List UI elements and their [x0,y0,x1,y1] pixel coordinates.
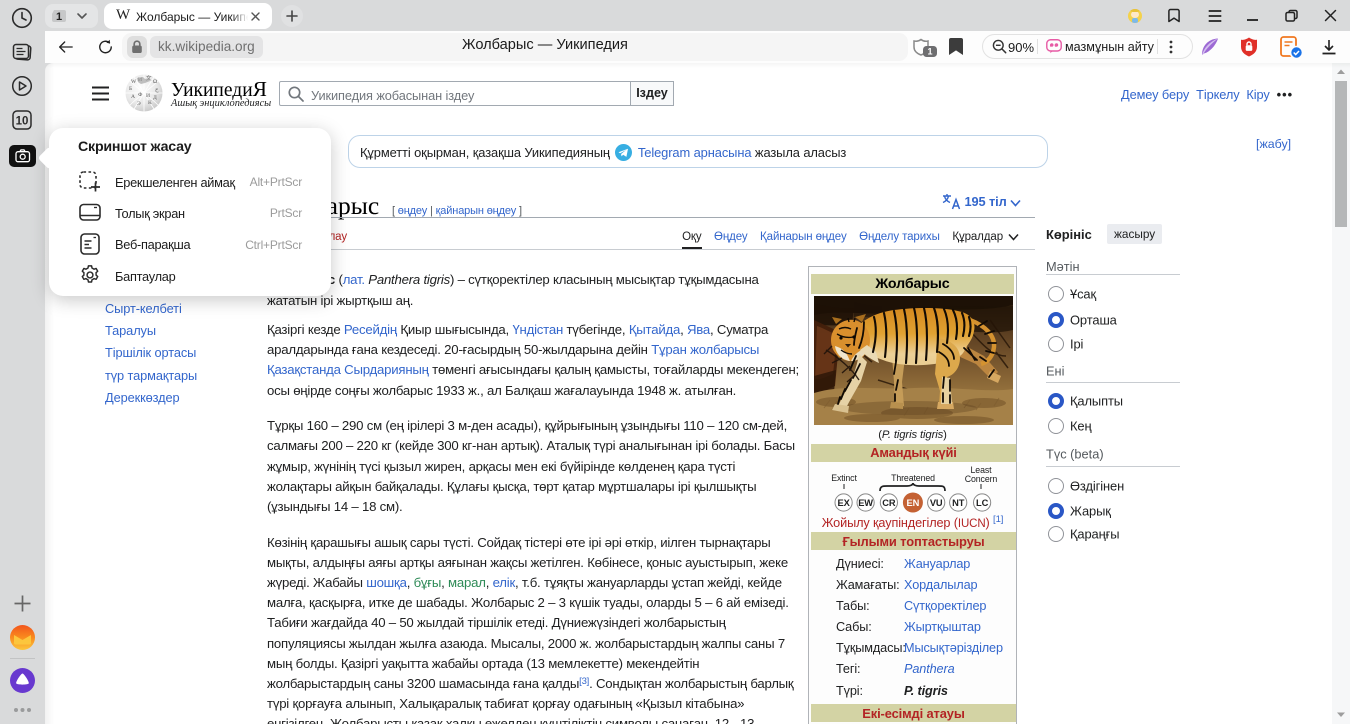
svg-text:К: К [148,100,152,106]
svg-text:EW: EW [858,498,873,508]
svg-text:LC: LC [976,498,989,508]
svg-text:VU: VU [930,498,943,508]
svg-text:Concern: Concern [965,474,998,484]
svg-text:ح: ح [155,87,159,93]
svg-text:1: 1 [927,47,932,57]
svg-text:W: W [131,79,137,85]
svg-text:EX: EX [838,498,851,508]
svg-text:Б: Б [129,86,132,92]
svg-text:Э: Э [137,101,141,107]
svg-text:Threatened: Threatened [891,473,935,483]
svg-text:Ω: Ω [153,79,157,85]
svg-text:EN: EN [907,498,920,508]
svg-text:CR: CR [882,498,896,508]
svg-text:А: А [131,94,135,100]
svg-text:Extinct: Extinct [831,473,857,483]
svg-text:Д: Д [153,95,157,101]
svg-text:10: 10 [16,116,29,128]
svg-text:Ф: Ф [138,92,143,98]
svg-text:NT: NT [952,498,965,508]
svg-text:И: И [146,93,150,99]
svg-text:1: 1 [56,11,62,23]
